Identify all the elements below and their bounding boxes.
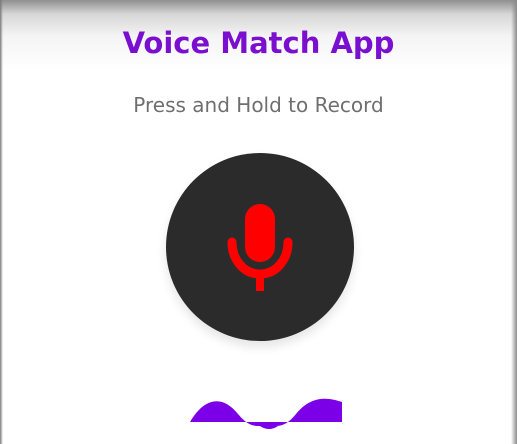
app-screen: Voice Match App Press and Hold to Record <box>0 0 517 444</box>
audio-waveform <box>190 398 342 429</box>
record-button[interactable] <box>166 153 354 341</box>
left-edge-shadow <box>0 0 3 444</box>
app-title: Voice Match App <box>122 26 395 60</box>
right-edge-shadow <box>511 0 517 444</box>
microphone-icon <box>227 204 293 291</box>
instruction-text: Press and Hold to Record <box>133 93 384 117</box>
